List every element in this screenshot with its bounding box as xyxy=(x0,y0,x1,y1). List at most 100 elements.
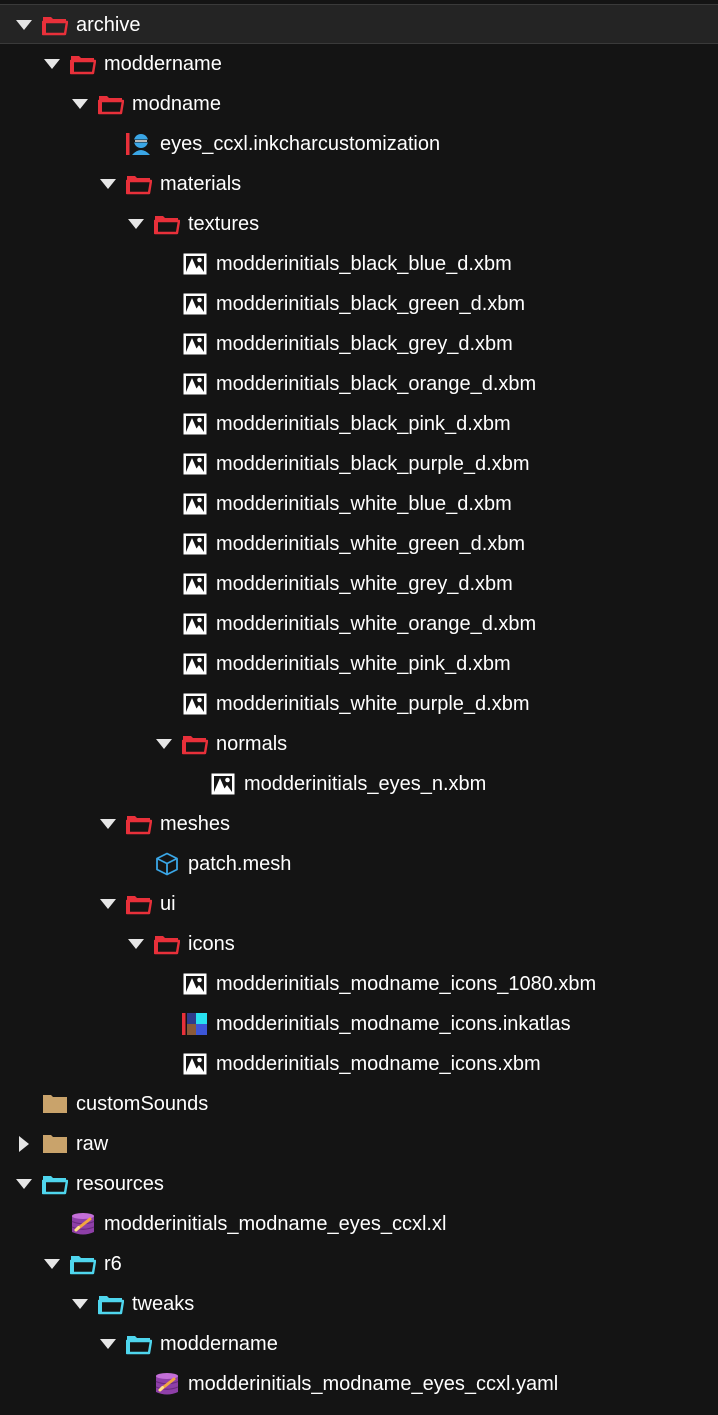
tree-item-file[interactable]: modderinitials_white_purple_d.xbm xyxy=(0,684,718,724)
tree-item-file[interactable]: modderinitials_black_green_d.xbm xyxy=(0,284,718,324)
tree-item-label: ui xyxy=(160,893,176,915)
tree-item-folder[interactable]: modname xyxy=(0,84,718,124)
tree-item-file[interactable]: modderinitials_modname_icons.xbm xyxy=(0,1044,718,1084)
tree-item-label: normals xyxy=(216,733,288,755)
tree-item-label: meshes xyxy=(160,813,231,835)
tree-item-label: eyes_ccxl.inkcharcustomization xyxy=(160,133,441,155)
chevron-down-icon[interactable] xyxy=(44,56,60,72)
tree-item-file[interactable]: modderinitials_eyes_n.xbm xyxy=(0,764,718,804)
tree-item-label: modderinitials_white_orange_d.xbm xyxy=(216,613,537,635)
tree-item-folder[interactable]: normals xyxy=(0,724,718,764)
tree-item-file[interactable]: eyes_ccxl.inkcharcustomization xyxy=(0,124,718,164)
tree-item-folder[interactable]: ui xyxy=(0,884,718,924)
folder-open-red-icon xyxy=(70,52,96,76)
folder-open-red-icon xyxy=(126,812,152,836)
tree-item-folder[interactable]: moddername xyxy=(0,1324,718,1364)
folder-closed-tan-icon xyxy=(42,1092,68,1116)
tree-item-folder[interactable]: archive xyxy=(0,4,718,44)
folder-open-cyan-icon xyxy=(126,1332,152,1356)
chevron-down-icon[interactable] xyxy=(128,936,144,952)
folder-open-red-icon xyxy=(98,92,124,116)
tree-item-file[interactable]: patch.mesh xyxy=(0,844,718,884)
database-file-icon xyxy=(154,1372,180,1396)
tree-item-folder[interactable]: tweaks xyxy=(0,1284,718,1324)
tree-item-file[interactable]: modderinitials_white_orange_d.xbm xyxy=(0,604,718,644)
tree-item-label: tweaks xyxy=(132,1293,195,1315)
tree-item-label: modderinitials_black_blue_d.xbm xyxy=(216,253,512,275)
tree-item-file[interactable]: modderinitials_black_blue_d.xbm xyxy=(0,244,718,284)
chevron-down-icon[interactable] xyxy=(44,1256,60,1272)
chevron-down-icon[interactable] xyxy=(100,896,116,912)
tree-item-label: modderinitials_black_pink_d.xbm xyxy=(216,413,511,435)
tree-item-label: modderinitials_white_blue_d.xbm xyxy=(216,493,512,515)
tree-item-file[interactable]: modderinitials_black_purple_d.xbm xyxy=(0,444,718,484)
tree-item-folder[interactable]: moddername xyxy=(0,44,718,84)
tree-item-label: modderinitials_white_purple_d.xbm xyxy=(216,693,530,715)
image-file-icon xyxy=(182,692,208,716)
image-file-icon xyxy=(182,252,208,276)
image-file-icon xyxy=(182,1052,208,1076)
folder-open-red-icon xyxy=(154,932,180,956)
mesh-cube-icon xyxy=(154,852,180,876)
folder-closed-tan-icon xyxy=(42,1132,68,1156)
image-file-icon xyxy=(182,572,208,596)
tree-item-file[interactable]: modderinitials_white_grey_d.xbm xyxy=(0,564,718,604)
folder-open-red-icon xyxy=(126,892,152,916)
folder-open-red-icon xyxy=(126,172,152,196)
image-file-icon xyxy=(182,332,208,356)
tree-item-label: modderinitials_black_orange_d.xbm xyxy=(216,373,537,395)
tree-item-label: resources xyxy=(76,1173,164,1195)
chevron-down-icon[interactable] xyxy=(72,96,88,112)
tree-item-label: archive xyxy=(76,14,141,36)
tree-item-file[interactable]: modderinitials_modname_eyes_ccxl.yaml xyxy=(0,1364,718,1404)
image-file-icon xyxy=(182,292,208,316)
tree-item-label: modderinitials_white_grey_d.xbm xyxy=(216,573,513,595)
tree-item-folder[interactable]: materials xyxy=(0,164,718,204)
chevron-down-icon[interactable] xyxy=(100,816,116,832)
tree-item-label: modderinitials_modname_icons.xbm xyxy=(216,1053,541,1075)
tree-item-label: moddername xyxy=(104,53,222,75)
image-file-icon xyxy=(182,612,208,636)
tree-item-file[interactable]: modderinitials_modname_eyes_ccxl.xl xyxy=(0,1204,718,1244)
chevron-down-icon[interactable] xyxy=(16,17,32,33)
chevron-down-icon[interactable] xyxy=(16,1176,32,1192)
tree-item-file[interactable]: modderinitials_white_pink_d.xbm xyxy=(0,644,718,684)
tree-item-file[interactable]: modderinitials_white_green_d.xbm xyxy=(0,524,718,564)
tree-item-label: materials xyxy=(160,173,242,195)
image-file-icon xyxy=(182,372,208,396)
tree-item-folder[interactable]: resources xyxy=(0,1164,718,1204)
tree-item-folder[interactable]: customSounds xyxy=(0,1084,718,1124)
tree-item-folder[interactable]: meshes xyxy=(0,804,718,844)
tree-item-label: modderinitials_modname_icons.inkatlas xyxy=(216,1013,571,1035)
image-file-icon xyxy=(182,492,208,516)
tree-item-label: modderinitials_white_green_d.xbm xyxy=(216,533,526,555)
file-tree: archive moddername modname eyes_ccxl.inkcha… xyxy=(0,4,718,1404)
tree-item-folder[interactable]: icons xyxy=(0,924,718,964)
tree-item-file[interactable]: modderinitials_white_blue_d.xbm xyxy=(0,484,718,524)
chevron-down-icon[interactable] xyxy=(100,1336,116,1352)
tree-item-file[interactable]: modderinitials_black_orange_d.xbm xyxy=(0,364,718,404)
tree-item-file[interactable]: modderinitials_black_pink_d.xbm xyxy=(0,404,718,444)
tree-item-file[interactable]: modderinitials_modname_icons.inkatlas xyxy=(0,1004,718,1044)
tree-item-folder[interactable]: r6 xyxy=(0,1244,718,1284)
image-file-icon xyxy=(182,652,208,676)
chevron-down-icon[interactable] xyxy=(156,736,172,752)
chevron-down-icon[interactable] xyxy=(72,1296,88,1312)
tree-item-folder[interactable]: textures xyxy=(0,204,718,244)
folder-open-red-icon xyxy=(182,732,208,756)
image-file-icon xyxy=(182,972,208,996)
tree-item-label: textures xyxy=(188,213,260,235)
tree-item-file[interactable]: modderinitials_black_grey_d.xbm xyxy=(0,324,718,364)
chevron-down-icon[interactable] xyxy=(100,176,116,192)
image-file-icon xyxy=(210,772,236,796)
chevron-right-icon[interactable] xyxy=(16,1136,32,1152)
tree-item-file[interactable]: modderinitials_modname_icons_1080.xbm xyxy=(0,964,718,1004)
tree-item-label: modderinitials_modname_eyes_ccxl.xl xyxy=(104,1213,447,1235)
ink-atlas-icon xyxy=(182,1012,208,1036)
tree-item-label: modderinitials_white_pink_d.xbm xyxy=(216,653,511,675)
tree-item-label: modderinitials_modname_icons_1080.xbm xyxy=(216,973,597,995)
tree-item-label: modderinitials_black_green_d.xbm xyxy=(216,293,526,315)
chevron-down-icon[interactable] xyxy=(128,216,144,232)
tree-item-label: icons xyxy=(188,933,235,955)
tree-item-folder[interactable]: raw xyxy=(0,1124,718,1164)
